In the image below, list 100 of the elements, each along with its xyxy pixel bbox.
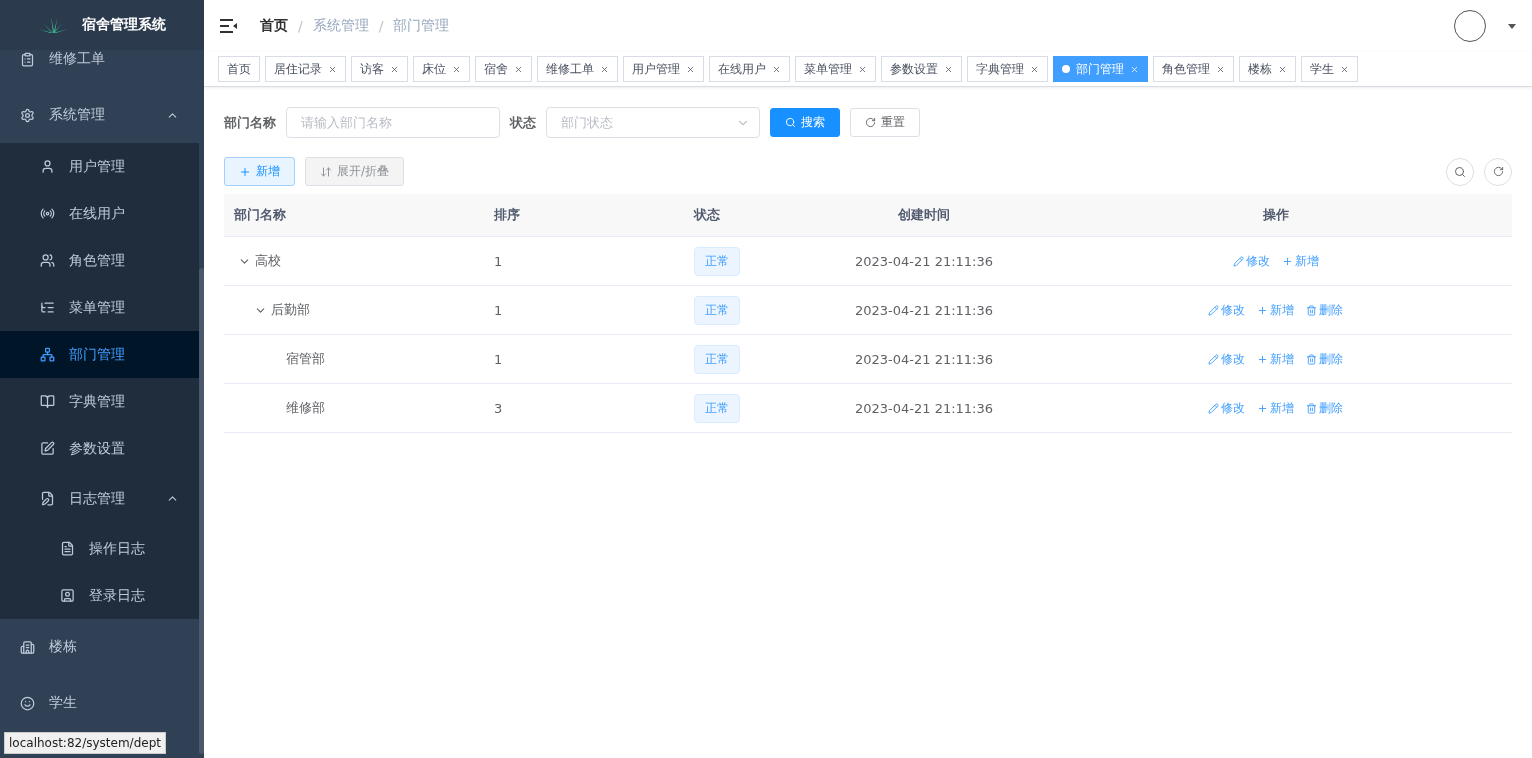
- tab[interactable]: 字典管理: [967, 56, 1048, 82]
- table-cell: 1: [494, 253, 503, 269]
- menu-item[interactable]: 在线用户: [0, 190, 199, 237]
- select-field[interactable]: 部门状态: [546, 107, 760, 138]
- close-icon[interactable]: [1340, 64, 1349, 74]
- table-cell: 宿管部: [286, 350, 325, 368]
- field-label: 状态: [510, 113, 536, 132]
- close-icon[interactable]: [1130, 64, 1139, 74]
- field-label: 部门名称: [224, 113, 276, 132]
- close-icon[interactable]: [772, 64, 781, 74]
- menu-item[interactable]: 参数设置: [0, 425, 199, 472]
- menu-item-icon: [60, 588, 75, 603]
- table-cell: 3: [494, 400, 503, 416]
- close-icon[interactable]: [390, 64, 399, 74]
- caret-icon[interactable]: [1508, 23, 1516, 29]
- tab[interactable]: 用户管理: [623, 56, 704, 82]
- status-tag: 正常: [694, 393, 740, 423]
- avatar[interactable]: [1454, 10, 1486, 42]
- close-icon[interactable]: [328, 64, 337, 74]
- tab[interactable]: 床位: [413, 56, 470, 82]
- close-icon[interactable]: [600, 64, 609, 74]
- pencil-icon: [1208, 402, 1219, 414]
- tab[interactable]: 居住记录: [265, 56, 346, 82]
- tab[interactable]: 角色管理: [1153, 56, 1234, 82]
- column-header: 操作: [1261, 206, 1290, 224]
- column-header: 排序: [493, 206, 521, 224]
- plus-icon: [1257, 353, 1268, 365]
- close-icon[interactable]: [686, 64, 695, 74]
- menu-item-icon: [20, 107, 35, 123]
- search-toggle-button[interactable]: [1446, 157, 1474, 186]
- menu-item-icon: [40, 253, 55, 268]
- plus-icon: [239, 165, 251, 178]
- close-icon[interactable]: [1278, 64, 1287, 74]
- menu-toggle-icon[interactable]: [220, 19, 238, 33]
- menu-item-icon: [40, 300, 55, 315]
- tab[interactable]: 宿舍: [475, 56, 532, 82]
- active-dot-icon: [1062, 65, 1070, 73]
- menu-item[interactable]: 角色管理: [0, 237, 199, 284]
- table-cell: 2023-04-21 21:11:36: [854, 400, 994, 416]
- column-header: 状态: [692, 206, 721, 224]
- close-icon[interactable]: [858, 64, 867, 74]
- breadcrumb-separator: /: [298, 18, 303, 34]
- input-field[interactable]: 请输入部门名称: [286, 107, 500, 138]
- plus-icon: [1257, 402, 1268, 414]
- reset-button[interactable]: 重置: [850, 108, 920, 137]
- menu-item[interactable]: 用户管理: [0, 143, 199, 190]
- search-icon: [1454, 165, 1466, 178]
- refresh-icon: [1492, 166, 1504, 177]
- refresh-button[interactable]: [1484, 157, 1512, 186]
- close-icon[interactable]: [452, 64, 461, 74]
- tab[interactable]: 参数设置: [881, 56, 962, 82]
- column-header: 部门名称: [233, 206, 287, 224]
- table-cell: 1: [494, 302, 503, 318]
- status-url-tooltip: localhost:82/system/dept: [4, 732, 166, 754]
- trash-icon: [1306, 353, 1317, 365]
- close-icon[interactable]: [1216, 64, 1225, 74]
- sort-arrows-icon: [320, 165, 332, 178]
- menu-item-icon: [40, 394, 55, 409]
- table-cell: 高校: [255, 252, 281, 270]
- status-tag: 正常: [694, 246, 740, 276]
- refresh-icon: [865, 117, 876, 128]
- close-icon[interactable]: [1030, 64, 1039, 74]
- status-tag: 正常: [694, 295, 740, 325]
- menu-item[interactable]: 日志管理: [0, 472, 199, 525]
- menu-item-icon: [20, 639, 35, 655]
- tab[interactable]: 首页: [218, 56, 260, 82]
- menu-item[interactable]: 字典管理: [0, 378, 199, 425]
- tab[interactable]: 学生: [1301, 56, 1358, 82]
- tab[interactable]: 访客: [351, 56, 408, 82]
- menu-item[interactable]: 菜单管理: [0, 284, 199, 331]
- menu-item[interactable]: 操作日志: [0, 525, 199, 572]
- menu-item-icon: [40, 347, 55, 362]
- pencil-icon: [1208, 304, 1219, 316]
- breadcrumb-separator: /: [378, 18, 384, 34]
- trash-icon: [1306, 304, 1317, 316]
- breadcrumb-item: 系统管理: [312, 17, 369, 35]
- breadcrumb-item: 部门管理: [393, 17, 450, 35]
- tab[interactable]: 维修工单: [537, 56, 618, 82]
- tab[interactable]: 在线用户: [709, 56, 790, 82]
- table-cell: 1: [494, 351, 503, 367]
- close-icon[interactable]: [944, 64, 953, 74]
- column-header: 创建时间: [897, 206, 951, 224]
- breadcrumb-item[interactable]: 首页: [260, 17, 288, 35]
- table-cell: 维修部: [286, 399, 325, 417]
- table-cell: 2023-04-21 21:11:36: [854, 302, 994, 318]
- tab[interactable]: 楼栋: [1239, 56, 1296, 82]
- menu-item-icon: [40, 491, 55, 506]
- table-cell: 2023-04-21 21:11:36: [854, 253, 994, 269]
- pencil-icon: [1208, 353, 1219, 365]
- menu-item[interactable]: 部门管理: [0, 331, 199, 378]
- menu-item-icon: [20, 51, 35, 67]
- scrollbar-thumb[interactable]: [199, 268, 204, 754]
- tab[interactable]: 菜单管理: [795, 56, 876, 82]
- close-icon[interactable]: [514, 64, 523, 74]
- menu-item-icon: [40, 159, 55, 174]
- menu-item[interactable]: 登录日志: [0, 572, 199, 619]
- menu-item-icon: [20, 695, 35, 711]
- logo-text: 宿舍管理系统: [82, 16, 166, 34]
- table-cell: 后勤部: [271, 301, 310, 319]
- search-icon: [785, 117, 796, 128]
